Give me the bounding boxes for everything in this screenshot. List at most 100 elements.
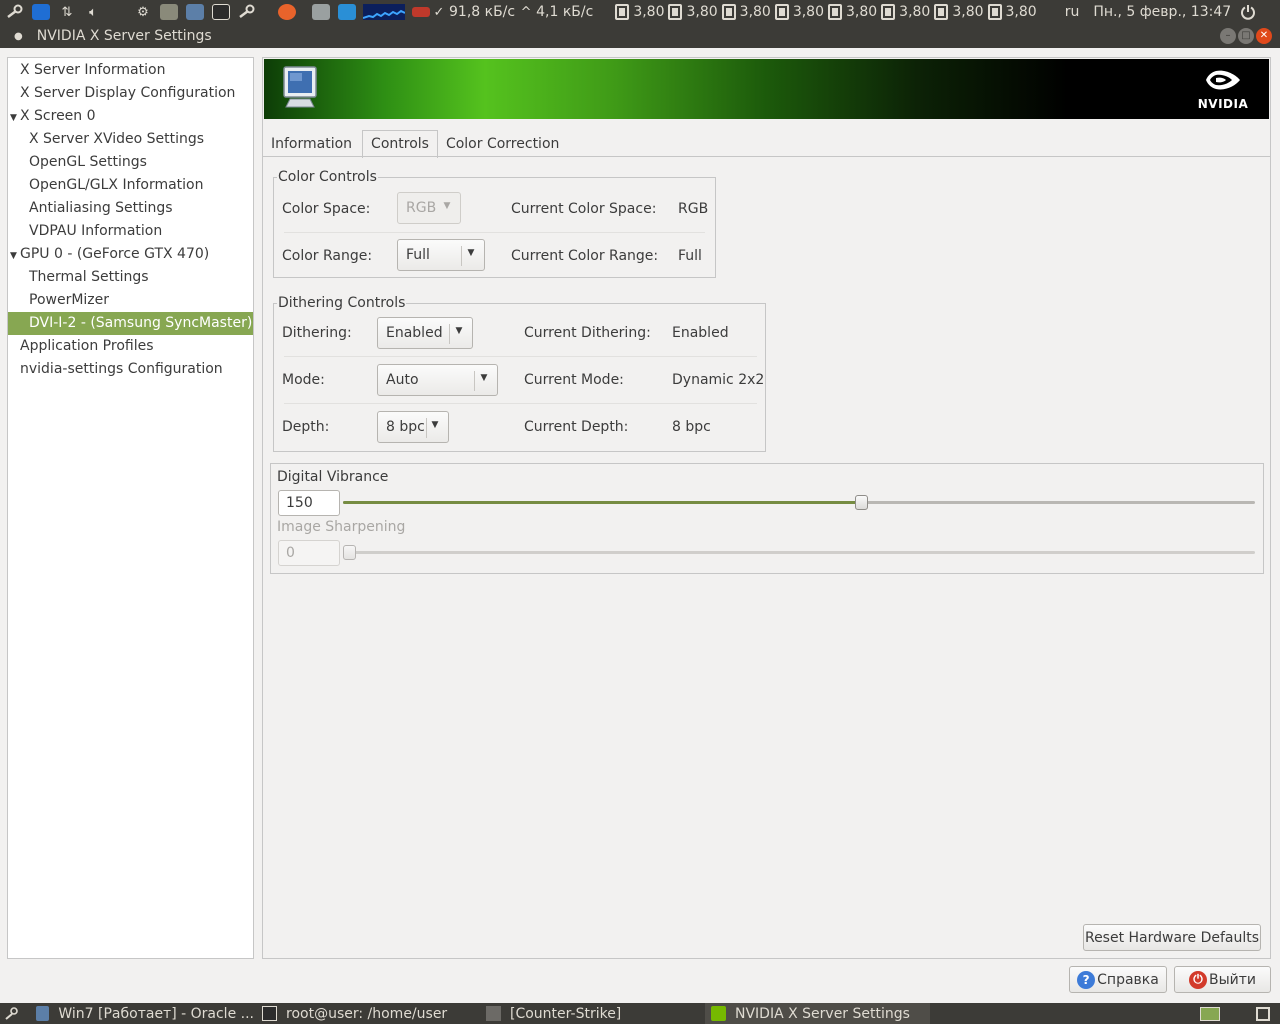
network-transfer-icon[interactable]: ⇅ [56,2,78,22]
color-space-dropdown[interactable]: RGB ▼ [397,192,461,224]
cpu-freq-item[interactable]: 3,80 [934,4,984,20]
image-sharpening-slider[interactable] [343,540,1255,566]
steam-icon[interactable] [4,2,26,22]
cpu-frequency-list: 3,80 3,80 3,80 3,80 3,80 3,80 3,80 3,80 [611,4,1037,20]
cpu-icon [828,4,842,20]
tree-item-opengl-glx-information[interactable]: OpenGL/GLX Information [8,174,253,197]
show-desktop-icon[interactable] [4,1003,24,1024]
chevron-down-icon: ▼ [431,420,439,430]
clock[interactable]: Пн., 5 февр., 13:47 [1093,4,1231,20]
settings-indicator-icon[interactable]: ⚙ [132,2,154,22]
color-range-dropdown[interactable]: Full ▼ [397,239,485,271]
chevron-down-icon: ▼ [467,248,475,258]
window-menu-dot-icon[interactable]: ● [14,31,23,42]
taskbar-item-virtualbox[interactable]: Win7 [Работает] - Oracle ... [36,1003,254,1024]
reset-hardware-defaults-button[interactable]: Reset Hardware Defaults [1083,924,1261,951]
tab-bar: Information Controls Color Correction [267,130,569,158]
cpu-icon [881,4,896,20]
firefox-icon[interactable] [276,2,298,22]
slider-handle[interactable] [855,495,868,510]
color-space-label: Color Space: [282,201,371,217]
workspace-switcher-icon[interactable] [1200,1003,1222,1024]
tab-controls[interactable]: Controls [362,130,438,158]
depth-label: Depth: [282,419,330,435]
teamviewer-icon[interactable] [30,2,52,22]
vibrance-frame: Digital Vibrance 150 Image Sharpening 0 [270,463,1264,574]
cpu-freq-item[interactable]: 3,80 [987,4,1037,20]
tree-item-dvi-i-2[interactable]: DVI-I-2 - (Samsung SyncMaster) [8,312,253,335]
cpu-icon [615,4,630,20]
virtualbox-icon[interactable] [184,2,206,22]
tree-item-gpu-0[interactable]: ▼ GPU 0 - (GeForce GTX 470) [8,243,253,266]
keyboard-layout-indicator[interactable]: ru [1065,4,1080,20]
current-color-space-label: Current Color Space: [511,201,657,217]
mode-label: Mode: [282,372,325,388]
tree-item-x-screen-0[interactable]: ▼ X Screen 0 [8,105,253,128]
tree-item-opengl-settings[interactable]: OpenGL Settings [8,151,253,174]
tree-item-antialiasing-settings[interactable]: Antialiasing Settings [8,197,253,220]
taskbar-item-nvidia-settings[interactable]: NVIDIA X Server Settings [705,1003,930,1024]
close-icon[interactable]: ✕ [1256,28,1272,44]
divider [284,232,705,233]
tree-item-x-server-display-configuration[interactable]: X Server Display Configuration [8,82,253,105]
terminal-icon[interactable] [210,2,232,22]
cpu-freq-item[interactable]: 3,80 [721,4,771,20]
net-down-speed: 91,8 кБ/с [449,4,516,20]
current-depth-label: Current Depth: [524,419,629,435]
current-mode-value: Dynamic 2x2 [672,372,765,388]
cpu-freq-item[interactable]: 3,80 [668,4,718,20]
tree-item-powermizer[interactable]: PowerMizer [8,289,253,312]
chevron-down-icon: ▼ [443,201,451,211]
nvidia-banner: NVIDIA [264,59,1269,119]
tree-item-x-server-information[interactable]: X Server Information [8,59,253,82]
expander-down-icon[interactable]: ▼ [10,107,20,130]
cpu-icon [934,4,949,20]
current-dithering-label: Current Dithering: [524,325,651,341]
steam-launcher-icon[interactable] [236,2,258,22]
current-color-range-value: Full [678,248,702,264]
mode-dropdown[interactable]: Auto ▼ [377,364,498,396]
digital-vibrance-slider[interactable] [343,490,1255,516]
dithering-dropdown[interactable]: Enabled ▼ [377,317,473,349]
cpu-icon [774,4,789,20]
tree-item-thermal-settings[interactable]: Thermal Settings [8,266,253,289]
taskbar-item-counter-strike[interactable]: [Counter-Strike] [486,1003,702,1024]
cpu-freq-item[interactable]: 3,80 [774,4,824,20]
chevron-down-icon: ▼ [455,326,463,336]
dithering-controls-title: Dithering Controls [277,295,407,311]
image-sharpening-value-field[interactable]: 0 [278,540,340,566]
trash-icon[interactable] [1256,1003,1274,1024]
slider-track [343,551,1255,554]
expander-down-icon[interactable]: ▼ [10,245,20,268]
tree-item-nvidia-settings-configuration[interactable]: nvidia-settings Configuration [8,358,253,381]
dropbox-icon[interactable] [336,2,358,22]
tab-information[interactable]: Information [267,131,356,158]
battery-icon [410,2,432,22]
tree-item-application-profiles[interactable]: Application Profiles [8,335,253,358]
minimize-icon[interactable]: – [1220,28,1236,44]
cpu-freq-item[interactable]: 3,80 [881,4,930,20]
image-sharpening-label: Image Sharpening [277,519,406,535]
slider-fill [343,501,861,504]
counter-strike-icon [486,1006,501,1021]
maximize-icon[interactable]: □ [1238,28,1254,44]
slider-handle[interactable] [343,545,356,560]
system-monitor-icon[interactable] [310,2,332,22]
window-title-bar[interactable]: ● NVIDIA X Server Settings – □ ✕ [0,24,1280,48]
file-manager-icon[interactable] [158,2,180,22]
quit-button[interactable]: ⏻ Выйти [1174,966,1271,993]
taskbar-item-terminal[interactable]: root@user: /home/user [262,1003,477,1024]
digital-vibrance-value-field[interactable]: 150 [278,490,340,516]
help-button[interactable]: ? Справка [1069,966,1167,993]
depth-dropdown[interactable]: 8 bpc ▼ [377,411,449,443]
volume-icon[interactable]: 🔈︎ [82,2,104,22]
window-controls: – □ ✕ [1220,28,1272,44]
tab-color-correction[interactable]: Color Correction [442,131,563,158]
cpu-freq-item[interactable]: 3,80 [828,4,877,20]
power-menu-icon[interactable] [1237,2,1259,22]
nvidia-logo: NVIDIA [1193,67,1253,111]
tree-item-vdpau-information[interactable]: VDPAU Information [8,220,253,243]
tree-item-xvideo-settings[interactable]: X Server XVideo Settings [8,128,253,151]
help-icon: ? [1077,970,1096,989]
cpu-freq-item[interactable]: 3,80 [615,4,664,20]
